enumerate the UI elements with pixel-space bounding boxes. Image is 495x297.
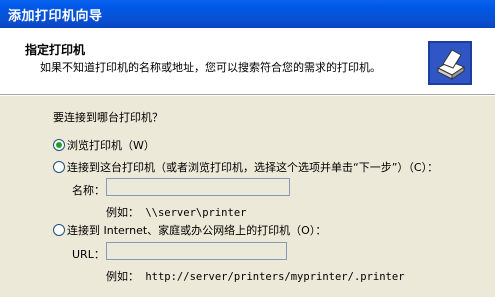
header-title: 指定打印机	[25, 43, 86, 57]
wizard-header: 指定打印机 如果不知道打印机的名称或地址，您可以搜索符合您的需求的打印机。	[0, 28, 495, 94]
printer-icon	[428, 41, 472, 85]
option-connect-this-label[interactable]: 连接到这台打印机（或者浏览打印机，选择这个选项并单击“下一步”）（C）：	[67, 159, 438, 175]
option-browse[interactable]: 浏览打印机（W）	[53, 137, 155, 153]
url-input[interactable]	[106, 242, 287, 260]
option-connect-this[interactable]: 连接到这台打印机（或者浏览打印机，选择这个选项并单击“下一步”）（C）：	[53, 159, 438, 175]
title-bar: 添加打印机向导	[0, 0, 495, 28]
option-connect-internet-label[interactable]: 连接到 Internet、家庭或办公网络上的打印机（O）：	[67, 222, 326, 238]
name-example: 例如： \\server\printer	[106, 204, 246, 220]
url-example-label: 例如：	[106, 270, 139, 283]
header-subtitle: 如果不知道打印机的名称或地址，您可以搜索符合您的需求的打印机。	[40, 61, 381, 74]
radio-connect-this[interactable]	[53, 161, 65, 173]
name-example-value: \\server\printer	[145, 207, 247, 219]
radio-connect-internet[interactable]	[53, 224, 65, 236]
url-label: URL：	[72, 248, 105, 261]
radio-browse[interactable]	[53, 139, 65, 151]
name-label: 名称：	[72, 184, 105, 197]
name-example-label: 例如：	[106, 206, 139, 219]
question-label: 要连接到哪台打印机？	[53, 111, 163, 124]
url-example: 例如： http://server/printers/myprinter/.pr…	[106, 268, 405, 284]
option-connect-internet[interactable]: 连接到 Internet、家庭或办公网络上的打印机（O）：	[53, 222, 326, 238]
name-input[interactable]	[106, 178, 290, 196]
option-browse-label[interactable]: 浏览打印机（W）	[67, 137, 155, 153]
url-example-value: http://server/printers/myprinter/.printe…	[145, 271, 405, 283]
window-title: 添加打印机向导	[8, 9, 103, 24]
header-separator-highlight	[0, 95, 495, 96]
